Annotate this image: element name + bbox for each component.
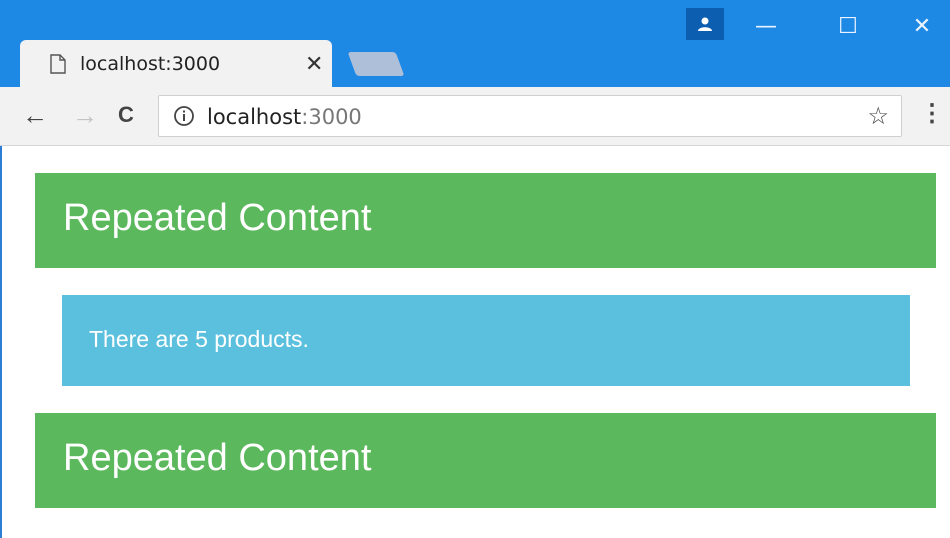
- user-icon: [698, 17, 712, 31]
- close-window-button[interactable]: ✕: [902, 14, 942, 44]
- back-button[interactable]: ←: [22, 101, 48, 129]
- forward-button[interactable]: →: [72, 101, 98, 129]
- reload-button[interactable]: C: [118, 101, 134, 129]
- page-content: Repeated Content There are 5 products. R…: [0, 146, 950, 538]
- page-icon: [50, 54, 66, 74]
- profile-button[interactable]: [686, 8, 724, 40]
- maximize-button[interactable]: ☐: [828, 14, 868, 44]
- info-icon[interactable]: [173, 105, 195, 127]
- bookmark-star-icon[interactable]: ☆: [867, 102, 889, 131]
- menu-icon[interactable]: ⋮: [920, 99, 944, 128]
- heading-panel: Repeated Content: [35, 173, 936, 268]
- new-tab-button[interactable]: [347, 52, 405, 76]
- address-bar[interactable]: localhost:3000 ☆: [158, 95, 902, 137]
- heading-text: Repeated Content: [63, 437, 372, 479]
- url-text: localhost:3000: [207, 105, 362, 129]
- heading-panel: Repeated Content: [35, 413, 936, 508]
- browser-titlebar: localhost:3000 ✕ — ☐ ✕: [0, 0, 950, 87]
- tab-title: localhost:3000: [80, 53, 221, 75]
- url-host: localhost: [207, 105, 302, 129]
- url-port: :3000: [301, 105, 362, 129]
- close-tab-icon[interactable]: ✕: [305, 51, 323, 77]
- minimize-button[interactable]: —: [746, 14, 786, 44]
- browser-toolbar: ← → C localhost:3000 ☆ ⋮: [0, 87, 950, 146]
- browser-tab[interactable]: localhost:3000 ✕: [20, 40, 332, 87]
- heading-text: Repeated Content: [63, 197, 372, 239]
- product-count-text: There are 5 products.: [89, 326, 309, 352]
- info-panel: There are 5 products.: [62, 295, 910, 386]
